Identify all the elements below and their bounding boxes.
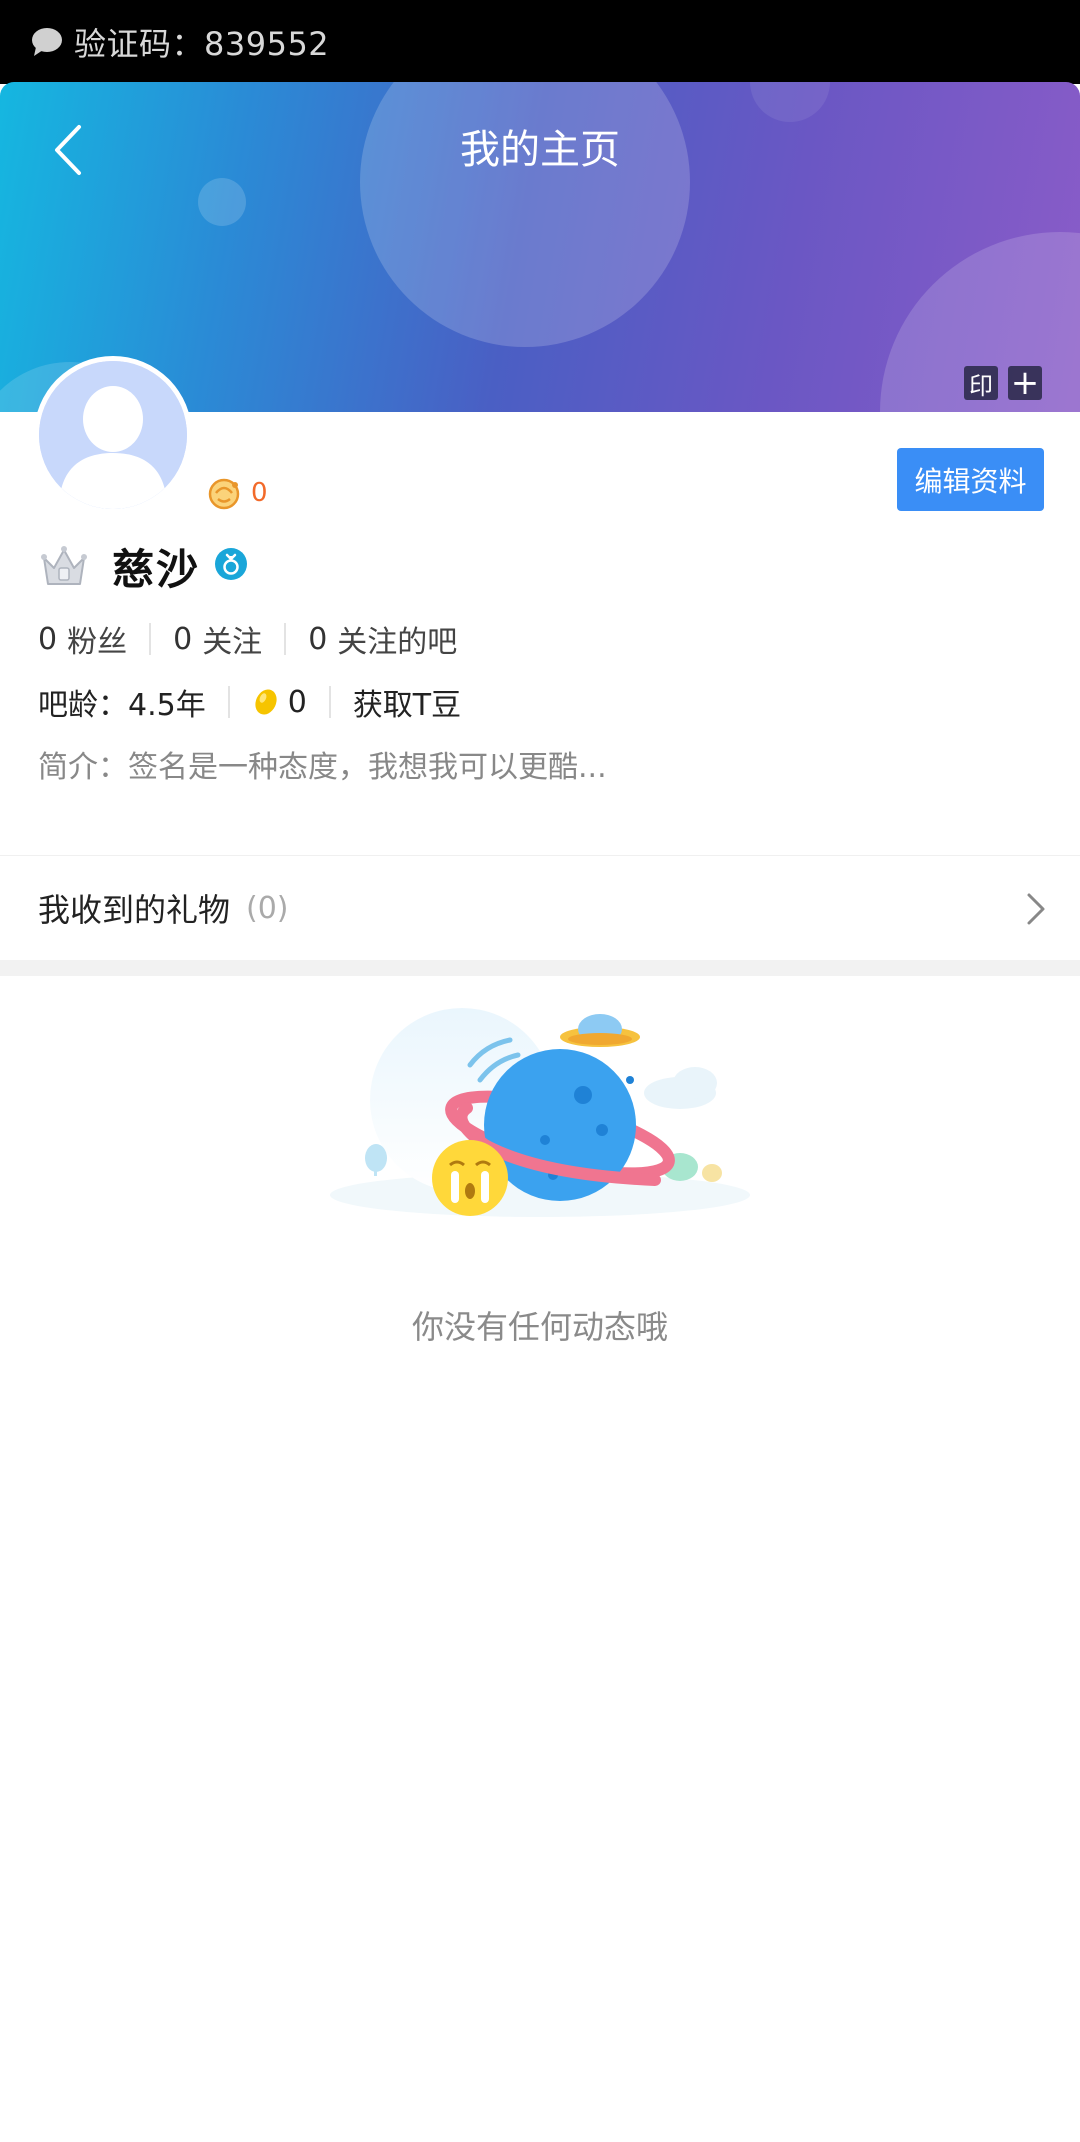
fans-label: 粉丝: [67, 625, 128, 660]
followed-bars-count: 0: [308, 621, 328, 657]
empty-state-text: 你没有任何动态哦: [411, 1308, 668, 1346]
fire-badge[interactable]: 0: [205, 476, 268, 510]
info-row: 吧龄：4.5年 0 获取T豆: [38, 678, 461, 726]
gifts-count: (0): [246, 890, 289, 926]
gifts-label: 我收到的礼物: [38, 891, 231, 929]
stats-row: 0 粉丝 0 关注 0 关注的吧: [38, 616, 457, 662]
section-separator: [0, 960, 1080, 976]
username: 慈沙: [112, 544, 201, 594]
fans-stat[interactable]: 0 粉丝: [38, 617, 127, 661]
name-row: 慈沙: [40, 538, 248, 594]
add-button[interactable]: +: [1008, 366, 1042, 400]
bar-age: 吧龄：4.5年: [38, 688, 206, 723]
followed-bars-label: 关注的吧: [337, 625, 458, 660]
crown-icon: [41, 546, 87, 585]
tdou-balance[interactable]: 0: [252, 685, 307, 720]
fans-count: 0: [38, 621, 58, 657]
get-tdou-link[interactable]: 获取T豆: [353, 680, 461, 724]
followed-bars-stat[interactable]: 0 关注的吧: [308, 617, 457, 661]
notification-text: 验证码：839552: [74, 25, 330, 63]
stamp-button[interactable]: 印: [964, 366, 998, 400]
divider: [227, 686, 230, 718]
follow-label: 关注: [202, 625, 263, 660]
fire-icon: [208, 478, 240, 510]
profile-banner: 我的主页 印 +: [0, 82, 1080, 412]
tdou-count: 0: [287, 684, 307, 720]
chat-bubble-icon: [30, 25, 64, 59]
divider: [284, 623, 287, 655]
fire-count: 0: [251, 478, 268, 508]
received-gifts-row[interactable]: 我收到的礼物 (0): [0, 856, 1080, 960]
bio-text: 简介：签名是一种态度，我想我可以更酷...: [38, 750, 607, 785]
edit-profile-button[interactable]: 编辑资料: [897, 448, 1044, 511]
divider: [328, 686, 331, 718]
avatar[interactable]: [34, 356, 192, 514]
male-icon: [214, 547, 248, 585]
empty-state-illustration: [310, 995, 770, 1249]
divider: [149, 623, 152, 655]
follow-stat[interactable]: 0 关注: [173, 617, 262, 661]
page-title: 我的主页: [460, 127, 620, 173]
follow-count: 0: [173, 621, 193, 657]
tdou-bean-icon: [255, 689, 277, 715]
avatar-placeholder-icon: [39, 361, 187, 509]
chevron-right-icon: [1027, 893, 1045, 925]
profile-screen: 验证码：839552 我的主页 印 + 0 编辑资料 慈沙 0 粉丝 0 关注 …: [0, 0, 1080, 2142]
notification-bar[interactable]: 验证码：839552: [0, 0, 1080, 84]
